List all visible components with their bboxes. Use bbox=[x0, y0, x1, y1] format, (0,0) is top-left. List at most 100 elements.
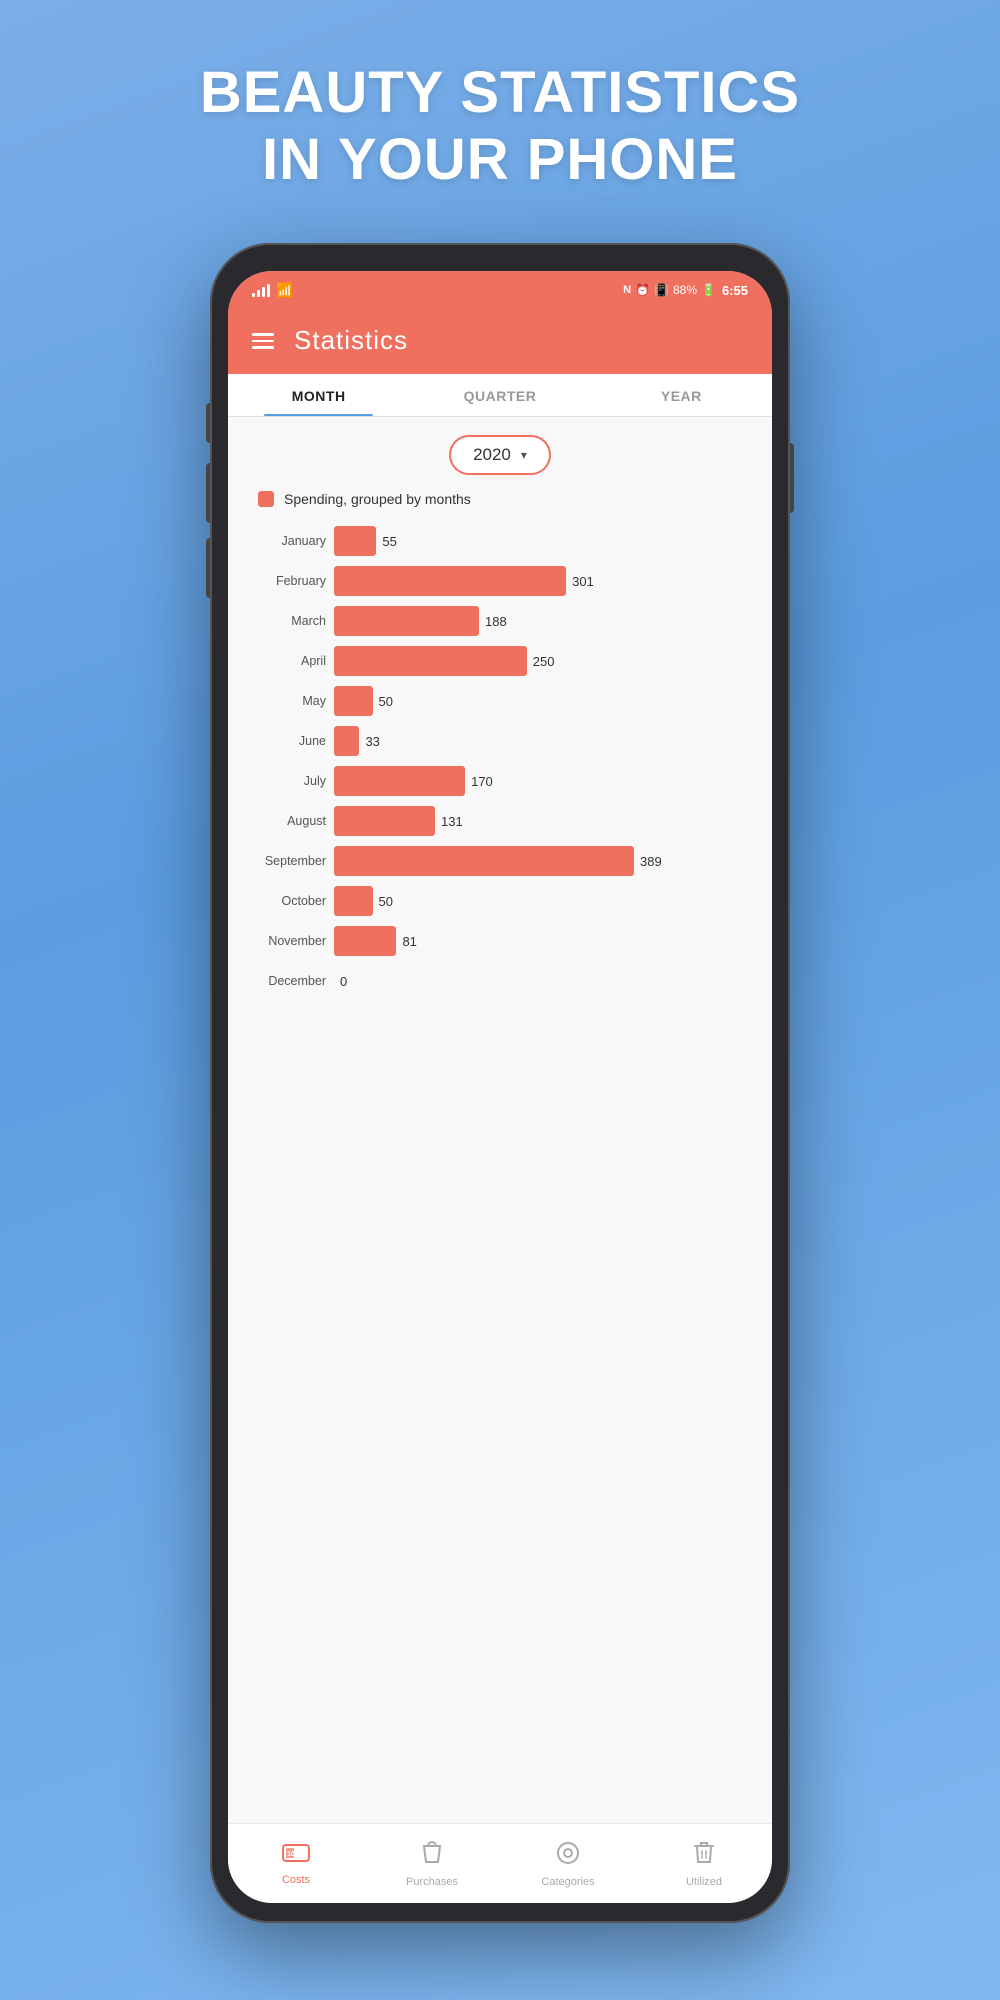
bar-fill bbox=[334, 606, 479, 636]
bar-month-label: December bbox=[244, 974, 326, 988]
battery-icon: 🔋 bbox=[701, 283, 716, 297]
costs-icon: 100 bbox=[282, 1842, 310, 1870]
bar-track: 301 bbox=[334, 566, 756, 596]
bar-fill bbox=[334, 886, 373, 916]
bar-fill bbox=[334, 846, 634, 876]
bar-row: April 250 bbox=[244, 641, 756, 681]
bar-value: 55 bbox=[382, 534, 396, 549]
status-right: N ⏰ 📳 88% 🔋 6:55 bbox=[623, 283, 748, 298]
nfc-icon: N bbox=[623, 284, 631, 296]
bar-chart: January 55 February 301 March188 April 250 May 5… bbox=[228, 521, 772, 1823]
year-selector-wrap: 2020 ▾ bbox=[228, 417, 772, 487]
phone-side-button-left-1 bbox=[206, 403, 210, 443]
year-selector[interactable]: 2020 ▾ bbox=[449, 435, 551, 475]
bar-row: July170 bbox=[244, 761, 756, 801]
hero-line1: BEAUTY STATISTICS bbox=[200, 60, 800, 127]
bar-row: December 0 bbox=[244, 961, 756, 1001]
main-content: 2020 ▾ Spending, grouped by months Janua… bbox=[228, 417, 772, 1823]
menu-button[interactable] bbox=[252, 333, 274, 349]
nav-item-purchases[interactable]: Purchases bbox=[364, 1824, 500, 1903]
tab-year[interactable]: YEAR bbox=[591, 374, 772, 416]
status-left: 📶 bbox=[252, 282, 293, 299]
bottom-nav: 100 Costs Purchases Categories Utilized bbox=[228, 1823, 772, 1903]
hero-line2: IN YOUR PHONE bbox=[200, 127, 800, 194]
tab-quarter[interactable]: QUARTER bbox=[409, 374, 590, 416]
legend-label: Spending, grouped by months bbox=[284, 491, 471, 507]
nav-label-purchases: Purchases bbox=[406, 1876, 458, 1888]
purchases-icon bbox=[420, 1840, 444, 1872]
bar-value: 81 bbox=[402, 934, 416, 949]
bar-track: 55 bbox=[334, 526, 756, 556]
bar-month-label: February bbox=[244, 574, 326, 588]
battery-percent: 88% bbox=[673, 283, 697, 297]
bar-row: August 131 bbox=[244, 801, 756, 841]
bar-row: February 301 bbox=[244, 561, 756, 601]
nav-label-costs: Costs bbox=[282, 1874, 310, 1886]
year-value: 2020 bbox=[473, 445, 511, 465]
bar-track: 188 bbox=[334, 606, 756, 636]
bar-track: 250 bbox=[334, 646, 756, 676]
bar-month-label: January bbox=[244, 534, 326, 548]
bar-month-label: August bbox=[244, 814, 326, 828]
bar-value: 250 bbox=[533, 654, 555, 669]
signal-icon bbox=[252, 283, 270, 297]
wifi-icon: 📶 bbox=[276, 282, 293, 299]
bar-fill bbox=[334, 766, 465, 796]
bar-month-label: May bbox=[244, 694, 326, 708]
bar-row: September 389 bbox=[244, 841, 756, 881]
bar-track: 131 bbox=[334, 806, 756, 836]
bar-track: 0 bbox=[334, 966, 756, 996]
bar-value: 33 bbox=[365, 734, 379, 749]
bar-fill bbox=[334, 686, 373, 716]
status-bar: 📶 N ⏰ 📳 88% 🔋 6:55 bbox=[228, 271, 772, 309]
svg-text:100: 100 bbox=[287, 1851, 299, 1858]
bar-row: November 81 bbox=[244, 921, 756, 961]
bar-row: October50 bbox=[244, 881, 756, 921]
bar-fill bbox=[334, 726, 359, 756]
bar-track: 170 bbox=[334, 766, 756, 796]
bar-row: March188 bbox=[244, 601, 756, 641]
utilized-icon bbox=[693, 1840, 715, 1872]
chevron-down-icon: ▾ bbox=[521, 448, 527, 462]
bar-month-label: June bbox=[244, 734, 326, 748]
bar-value: 188 bbox=[485, 614, 507, 629]
bar-row: June 33 bbox=[244, 721, 756, 761]
phone-mockup: 📶 N ⏰ 📳 88% 🔋 6:55 Statistics MONTH QUAR… bbox=[210, 243, 790, 1923]
legend-color-swatch bbox=[258, 491, 274, 507]
alarm-icon: ⏰ bbox=[635, 283, 650, 297]
bar-fill bbox=[334, 646, 527, 676]
bar-track: 50 bbox=[334, 686, 756, 716]
bar-month-label: November bbox=[244, 934, 326, 948]
nav-item-utilized[interactable]: Utilized bbox=[636, 1824, 772, 1903]
bar-value: 170 bbox=[471, 774, 493, 789]
bar-value: 50 bbox=[379, 694, 393, 709]
phone-side-button-right bbox=[790, 443, 794, 513]
bar-month-label: September bbox=[244, 854, 326, 868]
tab-bar: MONTH QUARTER YEAR bbox=[228, 374, 772, 417]
nav-label-utilized: Utilized bbox=[686, 1876, 722, 1888]
bar-track: 33 bbox=[334, 726, 756, 756]
bar-track: 50 bbox=[334, 886, 756, 916]
bar-value: 0 bbox=[340, 974, 347, 989]
nav-item-costs[interactable]: 100 Costs bbox=[228, 1824, 364, 1903]
tab-month[interactable]: MONTH bbox=[228, 374, 409, 416]
hero-text: BEAUTY STATISTICS IN YOUR PHONE bbox=[200, 60, 800, 193]
categories-icon bbox=[555, 1840, 581, 1872]
time-display: 6:55 bbox=[722, 283, 748, 298]
bar-value: 50 bbox=[379, 894, 393, 909]
bar-fill bbox=[334, 566, 566, 596]
bar-fill bbox=[334, 526, 376, 556]
phone-side-button-left-3 bbox=[206, 538, 210, 598]
app-header: Statistics bbox=[228, 309, 772, 374]
phone-screen: 📶 N ⏰ 📳 88% 🔋 6:55 Statistics MONTH QUAR… bbox=[228, 271, 772, 1903]
phone-icon: 📳 bbox=[654, 283, 669, 297]
bar-value: 301 bbox=[572, 574, 594, 589]
bar-row: May 50 bbox=[244, 681, 756, 721]
bar-fill bbox=[334, 926, 396, 956]
bar-value: 131 bbox=[441, 814, 463, 829]
phone-side-button-left-2 bbox=[206, 463, 210, 523]
bar-month-label: April bbox=[244, 654, 326, 668]
bar-value: 389 bbox=[640, 854, 662, 869]
bar-row: January 55 bbox=[244, 521, 756, 561]
nav-item-categories[interactable]: Categories bbox=[500, 1824, 636, 1903]
